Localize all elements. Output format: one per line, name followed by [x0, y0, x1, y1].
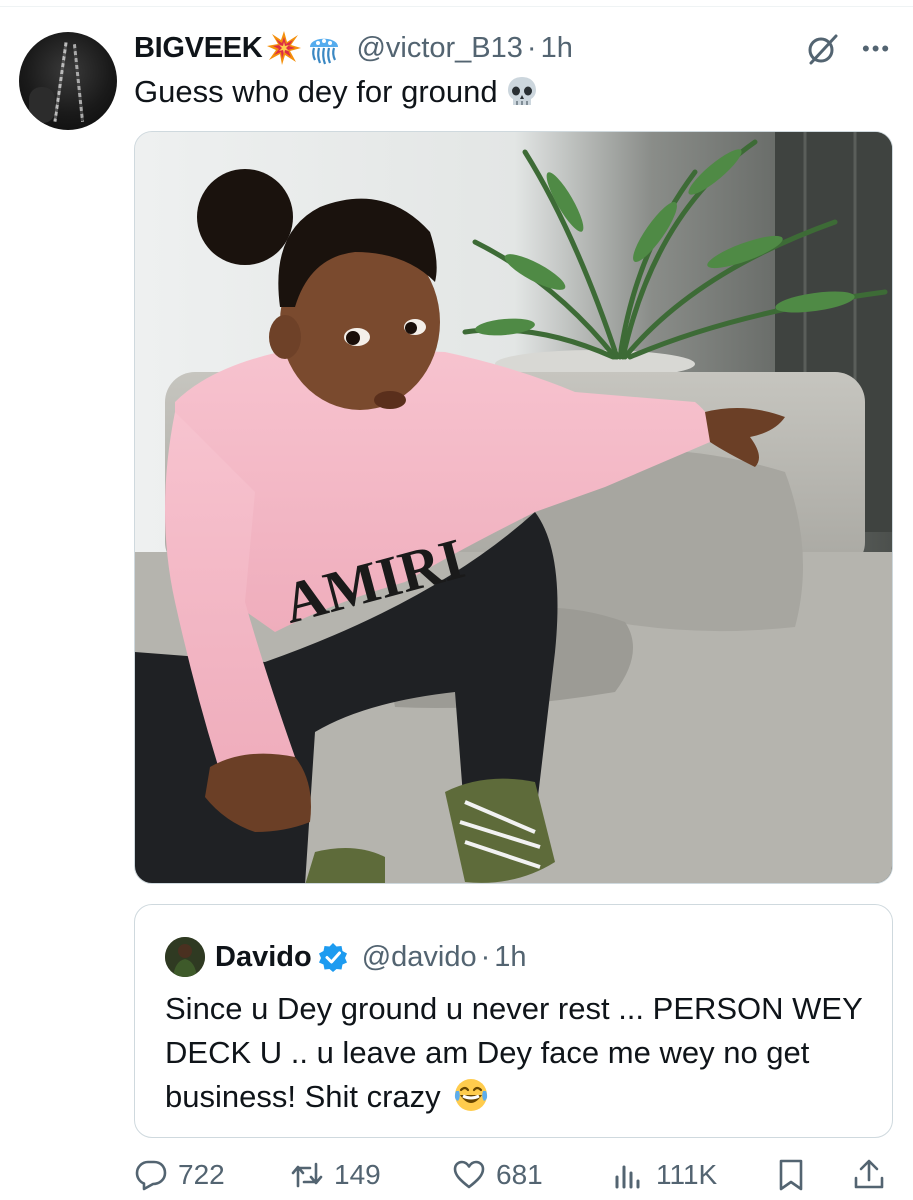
quoted-text: Since u Dey ground u never rest ... PERS… — [165, 987, 875, 1119]
tweet-body: Guess who dey for ground — [134, 74, 498, 109]
tweet-header: BIGVEEK @victor_B13 · 1h — [134, 28, 573, 68]
skull-emoji-icon — [507, 77, 536, 105]
verified-badge-icon — [318, 943, 347, 972]
quoted-handle[interactable]: @davido — [362, 941, 477, 974]
action-bar: 722 149 681 111K — [0, 1150, 913, 1200]
quoted-header: Davido @davido · 1h — [215, 935, 527, 979]
quoted-time[interactable]: 1h — [494, 941, 526, 974]
avatar-hand — [29, 87, 55, 123]
heart-icon — [453, 1160, 485, 1189]
laughing-tears-emoji-icon — [455, 1079, 488, 1111]
top-divider — [0, 6, 913, 7]
reply-button[interactable]: 722 — [134, 1150, 225, 1200]
more-options-icon[interactable]: ••• — [862, 38, 891, 60]
quoted-body: Since u Dey ground u never rest ... PERS… — [165, 991, 863, 1114]
reply-count: 722 — [178, 1159, 225, 1190]
like-button[interactable]: 681 — [452, 1150, 543, 1200]
view-count: 111K — [656, 1159, 718, 1190]
jellyfish-emoji-icon — [310, 38, 339, 65]
grok-icon[interactable] — [806, 32, 840, 66]
repost-count: 149 — [334, 1159, 381, 1190]
reply-icon — [135, 1160, 167, 1191]
tweet-photo[interactable]: AMIRI — [134, 131, 893, 884]
separator-dot: · — [480, 940, 491, 973]
avatar-chain — [53, 42, 68, 122]
tweet-time[interactable]: 1h — [541, 32, 573, 65]
author-handle[interactable]: @victor_B13 — [356, 32, 522, 65]
avatar-chain — [72, 44, 85, 122]
bookmark-button[interactable] — [774, 1150, 818, 1200]
bookmark-icon — [779, 1159, 803, 1191]
share-icon — [854, 1159, 884, 1189]
quoted-author-avatar[interactable] — [165, 937, 205, 977]
child-on-sofa-photo: AMIRI — [135, 132, 892, 883]
quoted-tweet[interactable]: Davido @davido · 1h Since u Dey ground u… — [134, 904, 893, 1138]
like-count: 681 — [496, 1159, 543, 1190]
tweet-text: Guess who dey for ground — [134, 74, 540, 110]
repost-button[interactable]: 149 — [290, 1150, 381, 1200]
bar-chart-icon — [615, 1165, 640, 1189]
quoted-author-name[interactable]: Davido — [215, 941, 312, 974]
separator-dot: · — [526, 31, 537, 64]
collision-emoji-icon — [267, 31, 302, 65]
views-button[interactable]: 111K — [612, 1150, 717, 1200]
author-avatar[interactable] — [19, 32, 117, 130]
repost-icon — [291, 1162, 323, 1188]
author-name[interactable]: BIGVEEK — [134, 32, 263, 65]
share-button[interactable] — [852, 1150, 896, 1200]
